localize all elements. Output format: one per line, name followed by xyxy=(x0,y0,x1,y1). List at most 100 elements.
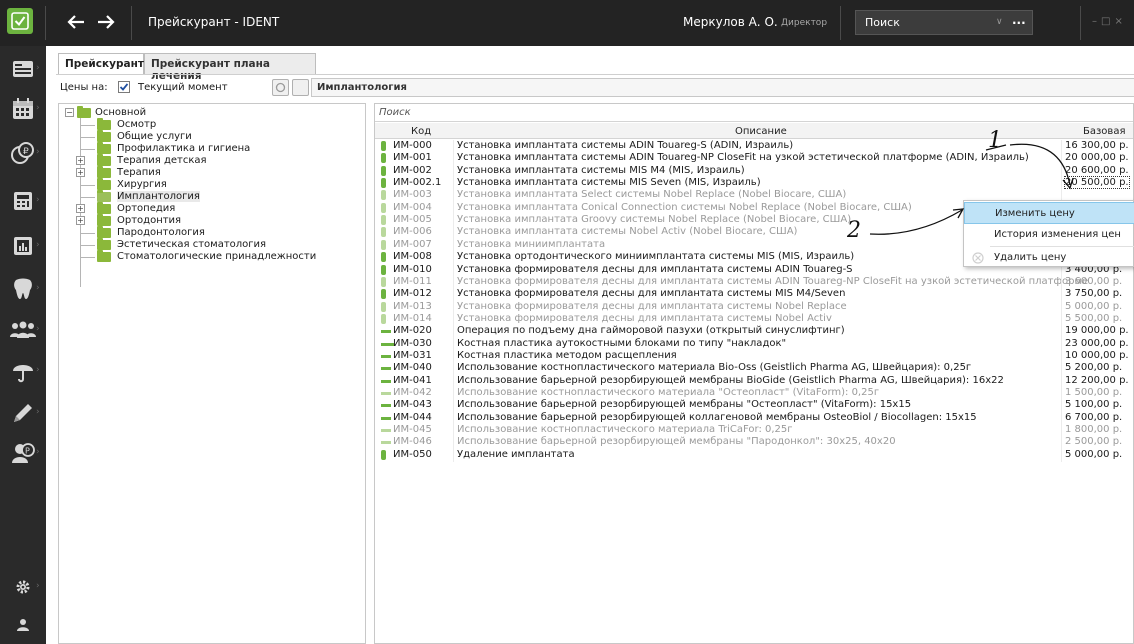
table-row[interactable]: ИМ-020 Операция по подъему дна гайморовой… xyxy=(375,325,1133,339)
column-divider xyxy=(1061,349,1062,363)
sidebar-item-finance[interactable]: ₽ › xyxy=(0,136,46,170)
column-header-description[interactable]: Описание xyxy=(735,126,787,137)
table-row[interactable]: ИМ-012 Установка формирователя десны для … xyxy=(375,288,1133,302)
cell-base-price[interactable]: 23 000,00 р. xyxy=(1065,338,1129,349)
cell-base-price[interactable]: 3 750,00 р. xyxy=(1065,288,1122,299)
tree-node-therapy[interactable]: + Терапия xyxy=(76,166,341,179)
column-divider xyxy=(453,362,454,376)
tree-node-orthodontics[interactable]: + Ортодонтия xyxy=(76,214,341,227)
maximize-icon[interactable]: □ xyxy=(1101,16,1114,27)
minimize-icon[interactable]: – xyxy=(1092,16,1101,27)
table-row[interactable]: ИМ-043 Использование барьерной резорбирую… xyxy=(375,399,1133,413)
tree-node-surgery[interactable]: Хирургия xyxy=(81,178,341,191)
cell-base-price[interactable]: 5 100,00 р. xyxy=(1065,399,1122,410)
grid-search-input[interactable]: Поиск xyxy=(375,104,1133,122)
cell-base-price[interactable]: 5 000,00 р. xyxy=(1065,301,1122,312)
chevron-down-icon[interactable]: ∨ xyxy=(996,17,1003,27)
table-row[interactable]: ИМ-031 Костная пластика методом расщеплен… xyxy=(375,349,1133,363)
tree-node-orthopedics[interactable]: + Ортопедия xyxy=(76,202,341,215)
table-row[interactable]: ИМ-000 Установка имплантата системы ADIN … xyxy=(375,140,1133,153)
close-icon[interactable]: × xyxy=(1114,16,1126,27)
sidebar-item-dental[interactable]: › xyxy=(0,272,46,306)
tree-node-aesthetic[interactable]: Эстетическая стоматология xyxy=(81,238,341,251)
collapse-icon[interactable]: − xyxy=(65,108,74,117)
cell-base-price[interactable]: 5 200,00 р. xyxy=(1065,362,1122,373)
sidebar-item-documents[interactable]: › xyxy=(0,396,46,430)
sidebar-item-account[interactable] xyxy=(0,608,46,642)
app-logo-icon[interactable] xyxy=(7,8,33,34)
cell-base-price[interactable]: 2 500,00 р. xyxy=(1065,436,1122,447)
table-row[interactable]: ИМ-044 Использование барьерной резорбирую… xyxy=(375,411,1133,425)
table-row[interactable]: ИМ-014 Установка формирователя десны для … xyxy=(375,312,1133,326)
table-row[interactable]: ИМ-013 Установка формирователя десны для … xyxy=(375,300,1133,314)
cell-base-price[interactable]: 1 800,00 р. xyxy=(1065,424,1122,435)
sidebar-item-schedule[interactable]: › xyxy=(0,92,46,126)
sidebar-item-insurance[interactable]: › xyxy=(0,354,46,388)
column-header-code[interactable]: Код xyxy=(411,126,431,137)
cell-base-price[interactable]: 3 600,00 р. xyxy=(1065,276,1122,287)
cell-base-price[interactable]: 6 700,00 р. xyxy=(1065,412,1122,423)
cell-base-price[interactable]: 1 500,00 р. xyxy=(1065,387,1122,398)
tooth-icon xyxy=(14,278,32,299)
expand-icon[interactable]: + xyxy=(76,168,85,177)
tree-node-general[interactable]: Общие услуги xyxy=(81,130,341,143)
table-row[interactable]: ИМ-030 Костная пластика аутокостными блок… xyxy=(375,337,1133,351)
cell-base-price[interactable]: 20 000,00 р. xyxy=(1065,152,1129,163)
expand-icon[interactable]: + xyxy=(76,204,85,213)
table-row[interactable]: ИМ-040 Использование костнопластического … xyxy=(375,362,1133,376)
tree-node-periodontology[interactable]: Пародонтология xyxy=(81,226,341,239)
table-row[interactable]: ИМ-046 Использование барьерной резорбирую… xyxy=(375,436,1133,450)
cell-base-price[interactable]: 20 600,00 р. xyxy=(1065,165,1129,176)
menu-item-change-price[interactable]: Изменить цену xyxy=(964,202,1134,224)
search-more-button[interactable]: ... xyxy=(1012,13,1026,27)
cell-base-price[interactable]: 20 500,00 р. xyxy=(1064,176,1130,190)
table-row[interactable]: ИМ-042 Использование костнопластического … xyxy=(375,387,1133,400)
category-field[interactable]: Имплантология xyxy=(311,78,1134,97)
sidebar-item-salary[interactable]: P › xyxy=(0,436,46,470)
window-controls[interactable]: –□× xyxy=(1092,16,1127,27)
tree-node-implantology[interactable]: Имплантология xyxy=(81,190,341,203)
table-row[interactable]: ИМ-002 Установка имплантата системы MIS M… xyxy=(375,164,1133,178)
table-row[interactable]: ИМ-050 Удаление имплантата 5 000,00 р. xyxy=(375,448,1133,462)
forward-button[interactable] xyxy=(94,10,118,34)
table-row[interactable]: ИМ-045 Использование костнопластического … xyxy=(375,424,1133,438)
column-divider xyxy=(1061,387,1062,400)
expand-icon[interactable]: + xyxy=(76,156,85,165)
table-row[interactable]: ИМ-011 Установка формирователя десны для … xyxy=(375,275,1133,289)
global-search-input[interactable]: Поиск ∨ ... xyxy=(855,10,1033,35)
folder-icon xyxy=(97,238,111,250)
menu-item-price-history[interactable]: История изменения цен xyxy=(964,224,1134,246)
tree-node-prophylaxis[interactable]: Профилактика и гигиена xyxy=(81,142,341,155)
current-moment-checkbox[interactable] xyxy=(118,81,130,93)
tab-treatment-plan-price-list[interactable]: Прейскурант плана лечения xyxy=(144,53,316,82)
cell-base-price[interactable]: 5 500,00 р. xyxy=(1065,313,1122,324)
cell-base-price[interactable]: 10 000,00 р. xyxy=(1065,350,1129,361)
cell-base-price[interactable]: 19 000,00 р. xyxy=(1065,325,1129,336)
category-select-button[interactable] xyxy=(292,79,309,96)
sidebar-item-staff[interactable]: › xyxy=(0,313,46,347)
grid-header: Код Описание Базовая xyxy=(375,123,1133,139)
sidebar-item-reports[interactable]: › xyxy=(0,229,46,263)
cell-base-price[interactable]: 5 000,00 р. xyxy=(1065,449,1122,460)
cell-base-price[interactable]: 12 200,00 р. xyxy=(1065,375,1129,386)
tree-node-children-therapy[interactable]: + Терапия детская xyxy=(76,154,341,167)
tab-price-list[interactable]: Прейскурант xyxy=(58,53,144,75)
user-name[interactable]: Меркулов А. О. xyxy=(683,15,778,29)
sidebar-item-patients[interactable]: › xyxy=(0,52,46,86)
back-button[interactable] xyxy=(64,10,88,34)
sidebar-item-cashbox[interactable]: › xyxy=(0,184,46,218)
cell-base-price[interactable]: 16 300,00 р. xyxy=(1065,140,1129,151)
menu-item-delete-price[interactable]: Удалить цену xyxy=(964,247,1134,269)
table-row[interactable]: ИМ-002.1 Установка имплантата системы MIS… xyxy=(375,176,1133,191)
refresh-button[interactable] xyxy=(272,79,289,96)
column-divider xyxy=(1061,164,1062,178)
sidebar-item-settings[interactable]: › xyxy=(0,570,46,604)
cell-code: ИМ-041 xyxy=(393,374,432,386)
table-row[interactable]: ИМ-001 Установка имплантата системы ADIN … xyxy=(375,152,1133,166)
table-row[interactable]: ИМ-041 Использование барьерной резорбирую… xyxy=(375,374,1133,388)
tree-node-root[interactable]: − Основной xyxy=(65,106,185,119)
tree-node-osmotr[interactable]: Осмотр xyxy=(81,118,341,131)
column-header-base-price[interactable]: Базовая xyxy=(1083,126,1125,137)
expand-icon[interactable]: + xyxy=(76,216,85,225)
tree-node-supplies[interactable]: Стоматологические принадлежности xyxy=(81,250,361,263)
